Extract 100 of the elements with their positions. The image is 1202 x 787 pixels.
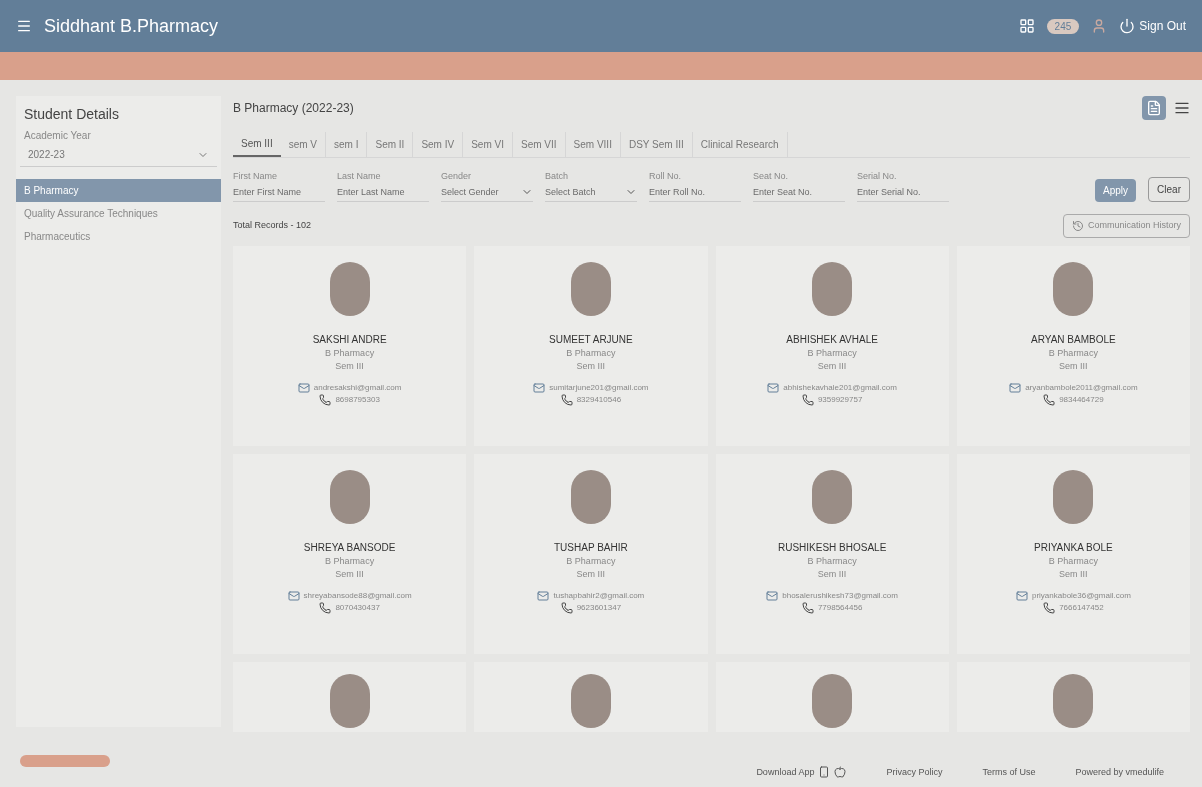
filter-select[interactable]: Select Gender <box>441 183 533 202</box>
photo-placeholder <box>329 469 370 524</box>
student-course: B Pharmacy <box>325 346 375 360</box>
semester-tab[interactable]: sem I <box>326 132 368 157</box>
student-email: bhosalerushikesh73@gmail.com <box>782 589 898 602</box>
sidebar-title: Student Details <box>23 105 120 124</box>
student-course: B Pharmacy <box>566 346 616 360</box>
student-semester: Sem III <box>1059 568 1088 581</box>
apps-icon[interactable] <box>1018 18 1035 34</box>
sign-out-button[interactable]: Sign Out <box>1119 18 1186 34</box>
filter-input[interactable]: Enter Last Name <box>337 183 429 202</box>
student-card[interactable]: ABHISHEK AVHALE B Pharmacy Sem III abhishekavhale201@gmail.com 9359929757 <box>715 245 949 446</box>
student-course: B Pharmacy <box>1048 346 1098 360</box>
year-label: Academic Year <box>23 129 92 143</box>
student-phone: 9623601347 <box>576 601 622 614</box>
apple-icon[interactable] <box>834 766 847 779</box>
photo-placeholder <box>1053 673 1094 728</box>
student-phone: 8070430437 <box>335 601 380 614</box>
student-name: TUSHAP BAHIR <box>554 540 628 555</box>
terms-of-use-link[interactable]: Terms of Use <box>982 765 1036 779</box>
student-card[interactable] <box>956 661 1190 732</box>
document-icon <box>1146 100 1162 116</box>
clear-button[interactable]: Clear <box>1148 177 1190 202</box>
phone-icon <box>560 601 573 614</box>
filter-label: Serial No. <box>857 170 898 183</box>
photo-placeholder <box>812 469 853 524</box>
powered-by-text: Powered by vmedulife <box>1075 765 1164 779</box>
filter-label: First Name <box>233 170 278 183</box>
student-semester: Sem III <box>335 360 364 373</box>
mail-icon <box>533 381 546 394</box>
filter-input[interactable]: Enter Seat No. <box>753 183 845 202</box>
student-email: tushapbahir2@gmail.com <box>553 589 645 602</box>
semester-tab[interactable]: Sem VI <box>463 132 513 157</box>
card-view-button[interactable] <box>1142 96 1166 120</box>
student-name: RUSHIKESH BHOSALE <box>777 540 887 555</box>
communication-history-button[interactable]: Communication History <box>1062 214 1190 238</box>
student-name: SUMEET ARJUNE <box>549 332 633 347</box>
mail-icon <box>767 381 780 394</box>
student-card[interactable] <box>715 661 949 732</box>
mail-icon <box>1009 381 1022 394</box>
semester-tab[interactable]: Clinical Research <box>692 132 788 157</box>
phone-icon <box>1043 393 1056 406</box>
filter-label: Seat No. <box>753 170 790 183</box>
semester-tab[interactable]: Sem VIII <box>565 132 621 157</box>
student-name: ARYAN BAMBOLE <box>1031 332 1116 347</box>
student-card[interactable]: RUSHIKESH BHOSALE B Pharmacy Sem III bhosalerushikesh73@gmail.com 7798564456 <box>715 453 949 654</box>
student-email: shreyabansode88@gmail.com <box>303 589 412 602</box>
program-title: B Pharmacy (2022-23) <box>233 100 354 116</box>
sidebar-item[interactable]: Pharmaceutics <box>16 225 221 248</box>
student-card[interactable]: SUMEET ARJUNE B Pharmacy Sem III sumitarjune201@gmail.com 8329410546 <box>474 245 708 446</box>
phone-icon <box>801 393 814 406</box>
student-card[interactable] <box>233 661 467 732</box>
student-course: B Pharmacy <box>325 554 375 568</box>
year-select[interactable]: 2022-23 <box>20 143 217 167</box>
student-card[interactable]: ARYAN BAMBOLE B Pharmacy Sem III aryanbambole2011@gmail.com 9834464729 <box>956 245 1190 446</box>
phone-icon <box>560 393 573 406</box>
filter-label: Roll No. <box>649 170 682 183</box>
filter-select[interactable]: Select Batch <box>545 183 637 202</box>
student-email: abhishekavhale201@gmail.com <box>783 381 897 394</box>
student-phone: 8329410546 <box>576 393 622 406</box>
semester-tab[interactable]: Sem II <box>367 132 414 157</box>
semester-tab[interactable]: Sem III <box>233 132 281 157</box>
student-card[interactable] <box>474 661 708 732</box>
student-phone: 7798564456 <box>817 601 863 614</box>
student-semester: Sem III <box>1059 360 1088 373</box>
apply-button[interactable]: Apply <box>1095 179 1137 202</box>
student-card[interactable]: SHREYA BANSODE B Pharmacy Sem III shreyabansode88@gmail.com 8070430437 <box>233 453 467 654</box>
student-card[interactable]: TUSHAP BAHIR B Pharmacy Sem III tushapbahir2@gmail.com 9623601347 <box>474 453 708 654</box>
student-email: sumitarjune201@gmail.com <box>549 381 649 394</box>
student-phone: 9359929757 <box>817 393 863 406</box>
sidebar-item[interactable]: B Pharmacy <box>16 179 221 202</box>
photo-placeholder <box>812 673 853 728</box>
student-card[interactable]: PRIYANKA BOLE B Pharmacy Sem III priyankabole36@gmail.com 7666147452 <box>956 453 1190 654</box>
student-name: ABHISHEK AVHALE <box>786 332 878 347</box>
semester-tab[interactable]: sem V <box>280 132 327 157</box>
total-records: Total Records - 102 <box>233 219 312 232</box>
phone-icon <box>319 393 332 406</box>
semester-tab[interactable]: Sem IV <box>413 132 464 157</box>
list-view-icon[interactable] <box>1174 100 1190 116</box>
student-name: SHREYA BANSODE <box>303 540 396 555</box>
semester-tab[interactable]: DSY Sem III <box>620 132 693 157</box>
mail-icon <box>1015 589 1028 602</box>
student-course: B Pharmacy <box>807 554 857 568</box>
sidebar-item[interactable]: Quality Assurance Techniques <box>16 202 221 225</box>
student-card[interactable]: SAKSHI ANDRE B Pharmacy Sem III andresakshi@gmail.com 8698795303 <box>233 245 467 446</box>
filter-input[interactable]: Enter First Name <box>233 183 325 202</box>
privacy-policy-link[interactable]: Privacy Policy <box>886 765 943 779</box>
semester-tab[interactable]: Sem VII <box>513 132 566 157</box>
filter-input[interactable]: Enter Serial No. <box>857 183 949 202</box>
menu-icon[interactable] <box>16 18 32 34</box>
mail-icon <box>297 381 310 394</box>
student-phone: 9834464729 <box>1059 393 1104 406</box>
filter-input[interactable]: Enter Roll No. <box>649 183 741 202</box>
student-course: B Pharmacy <box>807 346 857 360</box>
photo-placeholder <box>570 673 611 728</box>
filter-label: Last Name <box>337 170 382 183</box>
phone-icon <box>801 601 814 614</box>
student-phone: 7666147452 <box>1059 601 1104 614</box>
mail-icon <box>766 589 779 602</box>
student-name: PRIYANKA BOLE <box>1034 540 1113 555</box>
